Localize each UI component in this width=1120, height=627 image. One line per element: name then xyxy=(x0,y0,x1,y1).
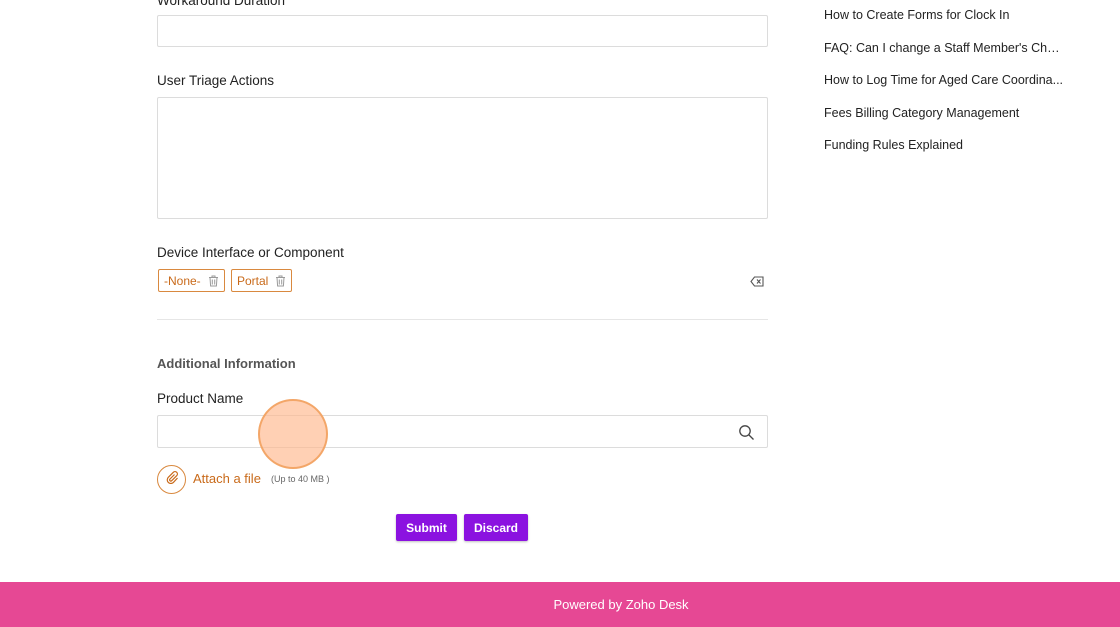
product-name-input[interactable] xyxy=(157,415,768,448)
article-link[interactable]: Fees Billing Category Management xyxy=(824,106,1064,139)
article-link[interactable]: How to Create Forms for Clock In xyxy=(824,8,1064,41)
search-icon[interactable] xyxy=(738,424,755,441)
trash-icon[interactable] xyxy=(275,275,286,287)
submit-button[interactable]: Submit xyxy=(396,514,457,541)
chip-label: Portal xyxy=(237,273,269,288)
selected-chip-portal: Portal xyxy=(231,269,293,292)
user-triage-actions-label: User Triage Actions xyxy=(157,73,275,88)
additional-info-heading: Additional Information xyxy=(157,356,296,371)
related-articles-list: How to Create Forms for Clock In FAQ: Ca… xyxy=(824,8,1064,171)
discard-button[interactable]: Discard xyxy=(464,514,528,541)
user-triage-actions-textarea[interactable] xyxy=(157,97,768,219)
product-name-label: Product Name xyxy=(157,391,244,406)
device-interface-label: Device Interface or Component xyxy=(157,245,344,260)
chip-label: -None- xyxy=(164,273,201,288)
attach-file-link[interactable]: Attach a file xyxy=(193,471,261,486)
clear-icon[interactable] xyxy=(750,274,764,287)
paperclip-icon xyxy=(165,470,179,489)
section-divider xyxy=(157,319,768,320)
attach-file-button[interactable] xyxy=(157,465,186,494)
article-link[interactable]: How to Log Time for Aged Care Coordina..… xyxy=(824,73,1064,106)
workaround-duration-label: Workaround Duration xyxy=(157,0,286,8)
article-link[interactable]: FAQ: Can I change a Staff Member's Che..… xyxy=(824,41,1064,74)
workaround-duration-input[interactable] xyxy=(157,15,768,47)
click-highlight xyxy=(258,399,328,469)
selected-chip-none: -None- xyxy=(158,269,225,292)
footer: Powered by Zoho Desk xyxy=(0,582,1120,627)
article-link[interactable]: Funding Rules Explained xyxy=(824,138,1064,171)
attach-size-limit: (Up to 40 MB ) xyxy=(271,474,330,484)
powered-by-link[interactable]: Powered by Zoho Desk xyxy=(553,597,688,612)
trash-icon[interactable] xyxy=(208,275,219,287)
ticket-form-page: Workaround Duration User Triage Actions … xyxy=(0,0,1120,627)
